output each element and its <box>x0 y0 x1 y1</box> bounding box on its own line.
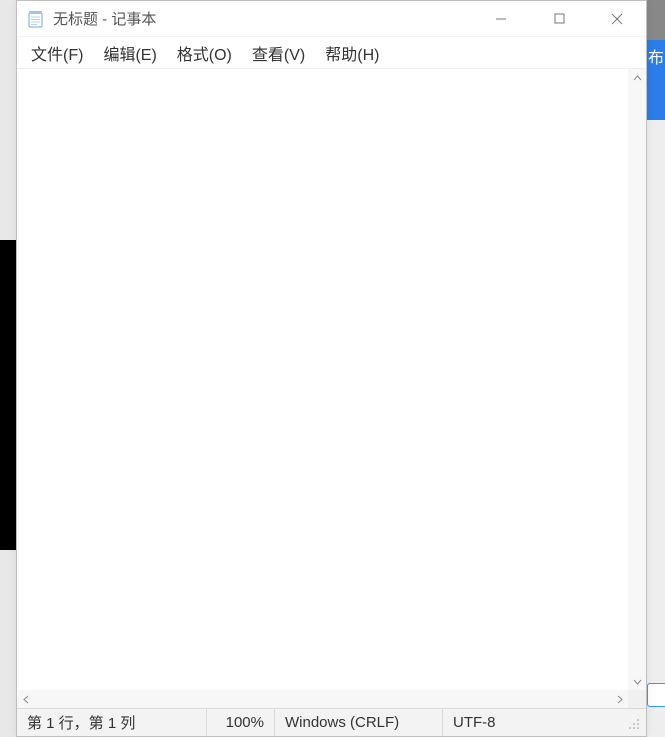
text-editor[interactable] <box>17 69 628 690</box>
scroll-down-icon[interactable] <box>628 672 646 690</box>
menu-file[interactable]: 文件(F) <box>23 37 91 69</box>
resize-grip-icon[interactable] <box>626 716 644 734</box>
notepad-window: 无标题 - 记事本 文件(F) 编辑(E) 格式(O) 查看(V) 帮助(H) <box>16 0 647 737</box>
menu-bar: 文件(F) 编辑(E) 格式(O) 查看(V) 帮助(H) <box>17 37 646 69</box>
vertical-scrollbar[interactable] <box>628 69 646 690</box>
window-title: 无标题 - 记事本 <box>53 8 472 29</box>
notepad-app-icon <box>27 10 45 28</box>
background-right-tab: 布 <box>647 40 665 120</box>
status-line-ending: Windows (CRLF) <box>275 709 443 736</box>
background-right-panel <box>647 120 665 737</box>
menu-help[interactable]: 帮助(H) <box>317 37 387 69</box>
title-bar[interactable]: 无标题 - 记事本 <box>17 1 646 37</box>
minimize-button[interactable] <box>472 1 530 36</box>
menu-view[interactable]: 查看(V) <box>244 37 313 69</box>
scroll-corner <box>628 690 646 708</box>
maximize-button[interactable] <box>530 1 588 36</box>
scroll-right-icon[interactable] <box>610 690 628 708</box>
status-encoding: UTF-8 <box>443 709 646 736</box>
status-zoom: 100% <box>207 709 275 736</box>
background-left-terminal <box>0 240 16 550</box>
horizontal-scrollbar[interactable] <box>17 690 646 708</box>
editor-area <box>17 69 646 690</box>
window-controls <box>472 1 646 36</box>
menu-edit[interactable]: 编辑(E) <box>95 37 164 69</box>
status-cursor-position: 第 1 行，第 1 列 <box>17 709 207 736</box>
scroll-left-icon[interactable] <box>17 690 35 708</box>
background-right-badge <box>647 683 665 707</box>
status-bar: 第 1 行，第 1 列 100% Windows (CRLF) UTF-8 <box>17 708 646 736</box>
close-button[interactable] <box>588 1 646 36</box>
scroll-up-icon[interactable] <box>628 69 646 87</box>
menu-format[interactable]: 格式(O) <box>169 37 240 69</box>
